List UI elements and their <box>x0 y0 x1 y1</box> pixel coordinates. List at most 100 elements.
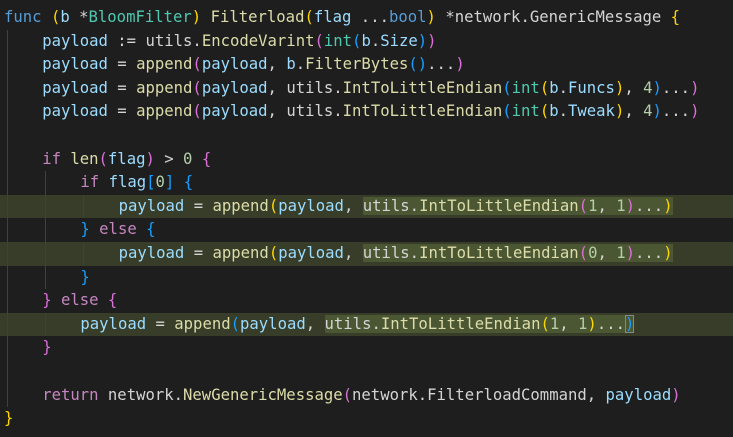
code-token: Tweak <box>568 102 615 121</box>
code-token: ( <box>578 196 589 215</box>
indent-guide <box>83 242 85 266</box>
code-token: FilterBytes <box>305 55 409 74</box>
code-token: ) <box>587 314 597 333</box>
code-token: { <box>146 220 156 239</box>
code-token: ) <box>614 102 625 121</box>
code-text: payload = append(payload, utils.IntToLit… <box>119 195 673 219</box>
code-token: ) <box>191 8 202 26</box>
code-token: b <box>549 78 559 97</box>
code-line[interactable]: payload = append(payload, utils.IntToLit… <box>0 312 733 337</box>
code-token: len <box>70 149 99 168</box>
code-line[interactable]: payload = append(payload, b.FilterBytes(… <box>0 53 733 77</box>
code-token: ( <box>304 8 314 26</box>
code-token: network <box>454 8 521 26</box>
code-token: b <box>361 31 371 50</box>
code-token: payload <box>201 55 268 74</box>
indent-guide <box>7 383 8 408</box>
code-text: payload := utils.EncodeVarint(int(b.Size… <box>42 30 436 54</box>
indent-guide <box>7 360 8 384</box>
code-line[interactable]: return network.NewGenericMessage(network… <box>0 384 733 408</box>
code-line[interactable]: payload = append(payload, utils.IntToLit… <box>0 77 733 101</box>
code-token: ( <box>539 78 550 97</box>
code-token: , <box>267 78 287 97</box>
code-text: if flag[0] { <box>80 171 193 195</box>
code-line[interactable]: if len(flag) > 0 { <box>0 148 733 172</box>
code-token: ) <box>417 31 428 50</box>
code-token: payload <box>42 78 108 97</box>
code-token: { <box>107 291 118 310</box>
code-token: payload <box>278 244 344 262</box>
code-token: Filterload <box>210 8 305 26</box>
code-token: ) <box>652 78 662 97</box>
code-token: > <box>154 149 184 168</box>
indent-guide <box>7 336 8 360</box>
code-line[interactable] <box>0 360 733 384</box>
code-token: , <box>586 385 606 404</box>
indent-guide <box>7 312 8 337</box>
code-token: flag <box>108 173 147 192</box>
code-line[interactable]: } else { <box>0 289 733 313</box>
code-token: ) <box>663 244 673 262</box>
code-text: if len(flag) > 0 { <box>42 148 211 172</box>
code-line[interactable]: } else { <box>0 218 733 242</box>
code-line[interactable]: if flag[0] { <box>0 171 733 195</box>
code-token: payload <box>278 196 344 215</box>
indent-guide <box>45 218 47 242</box>
code-text: payload = append(payload, utils.IntToLit… <box>42 77 699 101</box>
code-line[interactable]: } <box>0 407 733 431</box>
code-token: , <box>597 244 617 262</box>
code-token: ) <box>427 31 437 50</box>
code-token: ( <box>502 78 512 97</box>
code-line[interactable]: payload = append(payload, utils.IntToLit… <box>0 100 733 124</box>
code-token: ( <box>314 31 324 50</box>
code-token: ... <box>661 102 691 121</box>
code-text: func (b *BloomFilter) Filterload(flag ..… <box>4 6 680 30</box>
code-token: append <box>174 314 231 333</box>
indent-guide <box>7 147 8 172</box>
code-token: else <box>60 291 99 310</box>
indent-guide <box>7 29 8 54</box>
code-line[interactable]: } <box>0 336 733 360</box>
code-token: append <box>212 196 269 215</box>
code-token: . <box>370 31 381 50</box>
code-token: ) <box>426 8 436 26</box>
code-editor[interactable]: func (b *BloomFilter) Filterload(flag ..… <box>0 0 733 437</box>
code-token: GenericMessage <box>529 8 662 26</box>
code-token: ) <box>671 385 681 404</box>
code-token: int <box>323 31 353 50</box>
code-token: ( <box>268 196 279 215</box>
code-token: IntToLittleEndian <box>419 196 579 215</box>
code-token: BloomFilter <box>88 8 192 26</box>
code-line[interactable]: payload = append(payload, utils.IntToLit… <box>0 194 733 219</box>
code-token: () <box>408 55 428 74</box>
code-token: = <box>146 314 175 333</box>
code-token: ... <box>351 8 389 26</box>
code-token: return <box>42 385 99 404</box>
code-line[interactable]: func (b *BloomFilter) Filterload(flag ..… <box>0 6 733 30</box>
code-token: ] <box>164 173 175 192</box>
indent-guide <box>45 265 47 290</box>
code-line[interactable]: } <box>0 266 733 290</box>
code-token: , <box>343 244 363 262</box>
code-token: , <box>624 78 644 97</box>
indent-guide <box>45 242 47 266</box>
code-token: utils <box>324 314 372 333</box>
code-line[interactable] <box>0 124 733 148</box>
code-token: ( <box>98 149 108 168</box>
code-token: . <box>371 314 381 333</box>
code-line[interactable]: payload := utils.EncodeVarint(int(b.Size… <box>0 30 733 54</box>
code-token: if <box>42 149 61 168</box>
code-token: ) <box>614 78 625 97</box>
code-token: FilterloadCommand <box>427 385 587 404</box>
code-token: , <box>267 102 287 121</box>
code-token: ) <box>663 196 673 215</box>
code-token: ... <box>596 314 625 333</box>
code-token: int <box>511 102 540 121</box>
code-line[interactable]: payload = append(payload, utils.IntToLit… <box>0 242 733 266</box>
indent-guide <box>45 171 47 195</box>
code-token: ... <box>635 196 664 215</box>
code-token: , <box>305 314 325 333</box>
code-token: b <box>286 55 296 74</box>
code-text: payload = append(payload, utils.IntToLit… <box>80 313 635 337</box>
